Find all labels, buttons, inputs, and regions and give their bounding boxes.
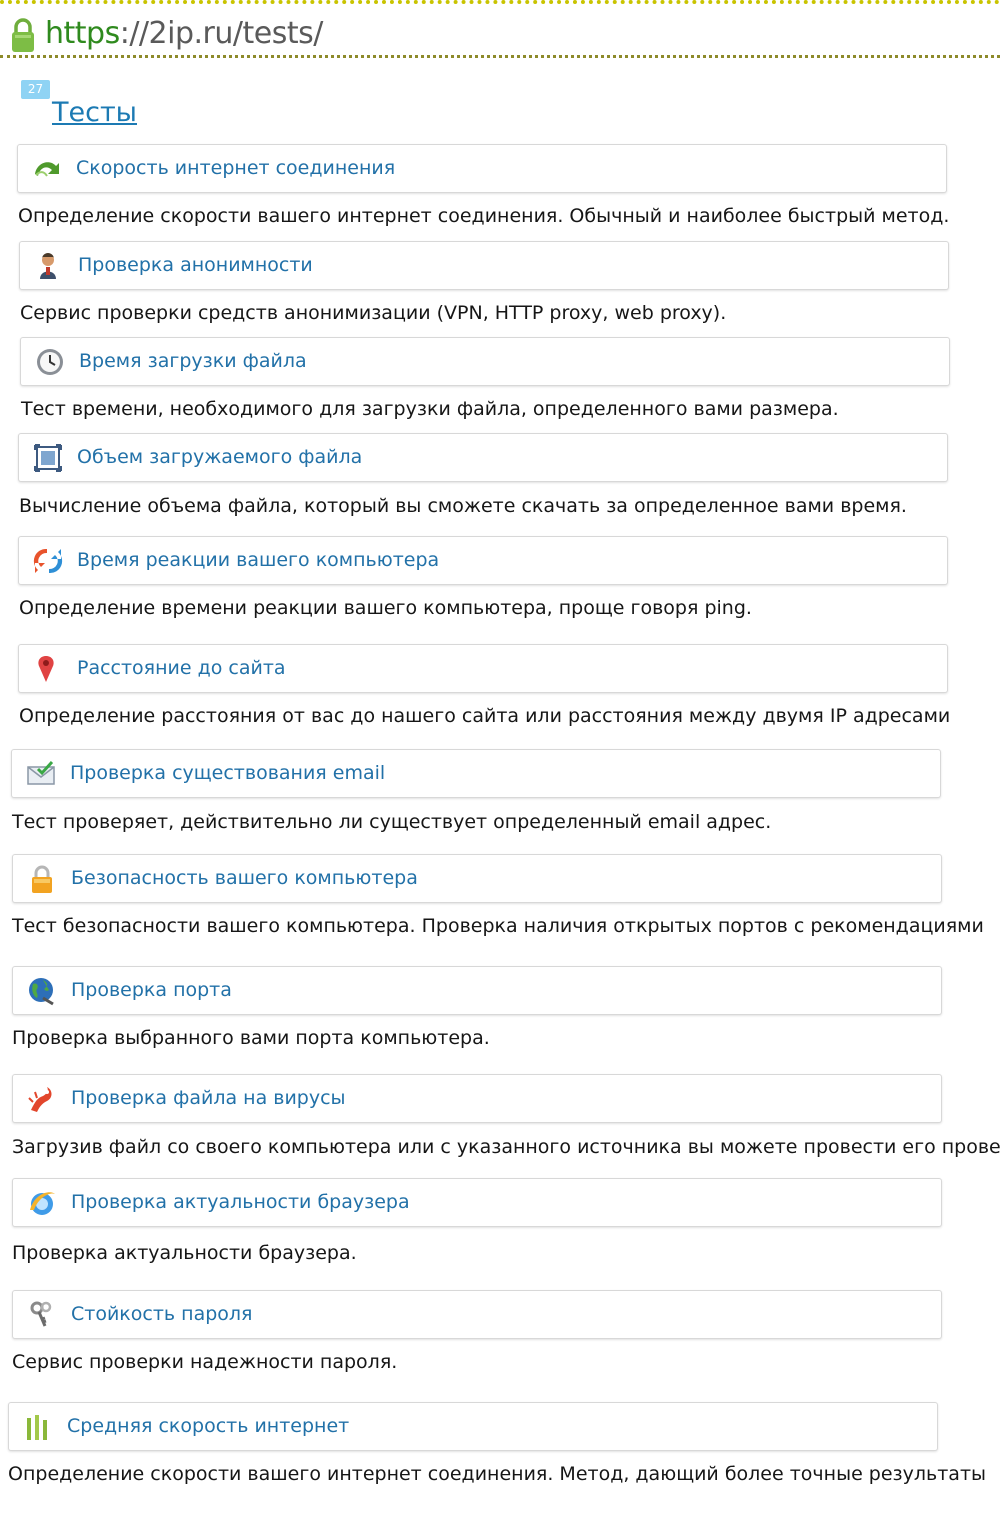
padlock-icon — [32, 865, 52, 893]
virus-icon — [28, 1087, 52, 1112]
test-link-speed[interactable]: Скорость интернет соединения — [17, 144, 947, 193]
test-label: Проверка существования email — [70, 762, 386, 784]
test-label: Проверка анонимности — [78, 254, 313, 276]
url-scheme: https — [45, 16, 120, 51]
envelope-check-icon — [27, 760, 55, 785]
browser-icon — [30, 1192, 55, 1215]
test-link-browser[interactable]: Проверка актуальности браузера — [12, 1178, 942, 1227]
page-title[interactable]: Тесты — [52, 96, 137, 130]
test-label: Скорость интернет соединения — [76, 157, 396, 179]
test-description: Тест безопасности вашего компьютера. Про… — [12, 915, 984, 937]
test-description: Тест проверяет, действительно ли существ… — [12, 811, 772, 833]
test-description: Загрузив файл со своего компьютера или с… — [12, 1136, 1000, 1158]
bars-icon — [27, 1415, 47, 1440]
count-badge: 27 — [21, 80, 50, 99]
test-link-file-size[interactable]: Объем загружаемого файла — [18, 433, 948, 482]
test-link-virus[interactable]: Проверка файла на вирусы — [12, 1074, 942, 1123]
address-bar[interactable]: https://2ip.ru/tests/ — [0, 0, 1000, 58]
refresh-icon — [33, 548, 63, 574]
test-description: Проверка актуальности браузера. — [12, 1242, 357, 1264]
test-description: Проверка выбранного вами порта компьютер… — [12, 1027, 490, 1049]
test-label: Расстояние до сайта — [77, 657, 286, 679]
globe-icon — [29, 978, 54, 1006]
test-label: Безопасность вашего компьютера — [71, 867, 418, 889]
test-link-port[interactable]: Проверка порта — [12, 966, 942, 1015]
file-size-icon — [34, 444, 62, 472]
test-description: Определение времени реакции вашего компь… — [19, 597, 752, 619]
test-link-download-time[interactable]: Время загрузки файла — [20, 337, 950, 386]
clock-icon — [37, 349, 63, 375]
test-label: Проверка порта — [71, 979, 232, 1001]
lock-icon — [12, 18, 34, 52]
anonymous-user-icon — [40, 253, 56, 279]
test-link-ping[interactable]: Время реакции вашего компьютера — [18, 536, 948, 585]
url-text[interactable]: https://2ip.ru/tests/ — [45, 15, 323, 53]
test-label: Объем загружаемого файла — [77, 446, 363, 468]
test-link-email[interactable]: Проверка существования email — [11, 749, 941, 798]
speed-arrow-icon — [35, 162, 59, 177]
test-link-average-speed[interactable]: Средняя скорость интернет — [8, 1402, 938, 1451]
test-link-distance[interactable]: Расстояние до сайта — [18, 644, 948, 693]
test-description: Тест времени, необходимого для загрузки … — [21, 398, 839, 420]
test-link-security[interactable]: Безопасность вашего компьютера — [12, 854, 942, 903]
test-label: Время загрузки файла — [79, 350, 307, 372]
test-label: Проверка актуальности браузера — [71, 1191, 410, 1213]
test-description: Определение расстояния от вас до нашего … — [19, 705, 951, 727]
test-label: Стойкость пароля — [71, 1303, 253, 1325]
test-link-anonymity[interactable]: Проверка анонимности — [19, 241, 949, 290]
url-path: ://2ip.ru/tests/ — [119, 16, 324, 51]
test-description: Определение скорости вашего интернет сое… — [8, 1463, 987, 1485]
test-description: Определение скорости вашего интернет сое… — [18, 205, 950, 227]
keys-icon — [30, 1301, 52, 1327]
test-description: Сервис проверки надежности пароля. — [12, 1351, 398, 1373]
test-label: Средняя скорость интернет — [67, 1415, 350, 1437]
test-label: Время реакции вашего компьютера — [77, 549, 440, 571]
map-pin-icon — [38, 656, 54, 682]
test-label: Проверка файла на вирусы — [71, 1087, 346, 1109]
test-description: Сервис проверки средств анонимизации (VP… — [20, 302, 727, 324]
test-description: Вычисление объема файла, который вы смож… — [19, 495, 907, 517]
test-link-password[interactable]: Стойкость пароля — [12, 1290, 942, 1339]
